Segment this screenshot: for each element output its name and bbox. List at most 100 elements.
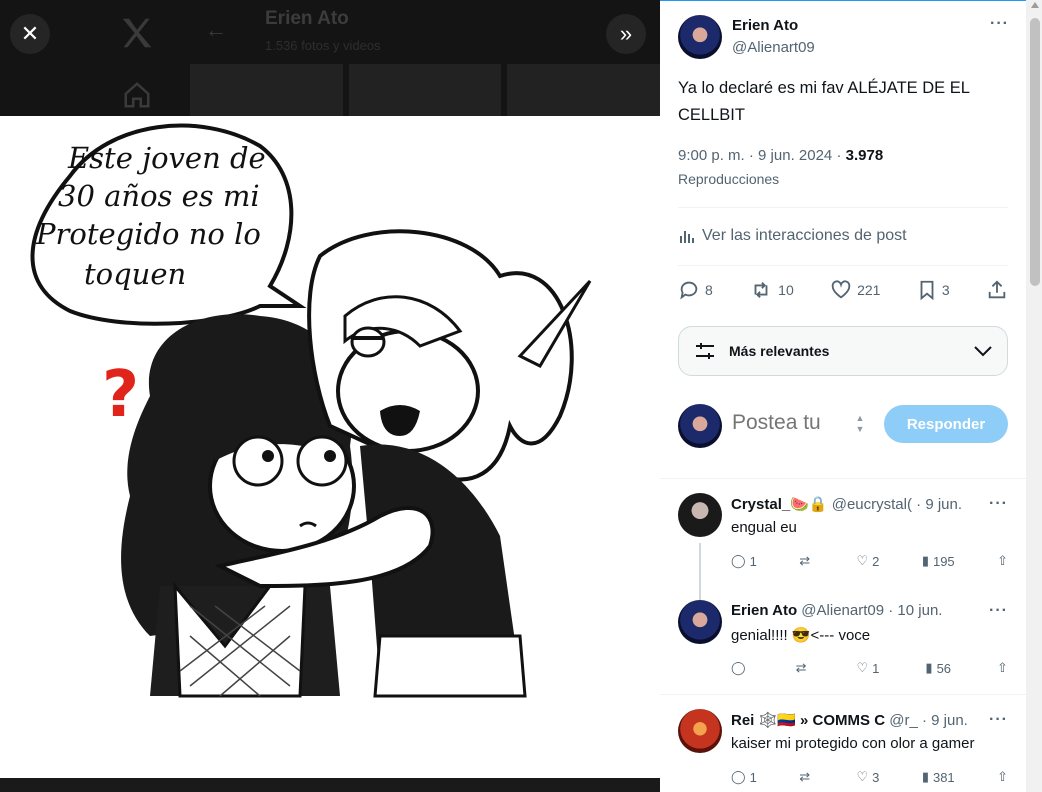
background-thumbnails <box>190 64 660 116</box>
tweet-views: 3.978 <box>845 147 884 164</box>
reply-actions: ◯ 1 ⇄ ♡ 3 ▮ 381 ⇧ <box>731 769 1008 785</box>
share-icon <box>988 280 1006 299</box>
artwork-image: Este joven de 30 años es mi Protegido no… <box>0 116 660 778</box>
reply-avatar[interactable] <box>678 493 722 537</box>
reply-action[interactable]: ◯ <box>731 660 750 676</box>
reply-actions: ◯ 1 ⇄ ♡ 2 ▮ 195 ⇧ <box>731 553 1008 569</box>
share-icon: ⇧ <box>997 553 1008 568</box>
repost-icon <box>754 282 768 298</box>
tweet-views-label: Reproducciones <box>678 171 780 187</box>
question-mark: ? <box>102 358 139 432</box>
speech-line-3: Protegido no lo <box>35 217 261 251</box>
tweet-meta: 9:00 p. m. · 9 jun. 2024 · 3.978 <box>678 147 884 164</box>
reply-author-handle[interactable]: @Alienart09 <box>801 602 884 619</box>
background-profile-name: Erien Ato <box>265 8 349 29</box>
reply-date[interactable]: · 10 jun. <box>888 602 942 619</box>
share-action[interactable]: ⇧ <box>997 769 1008 785</box>
reply-button[interactable]: Responder <box>884 405 1008 443</box>
composer-avatar[interactable] <box>678 404 722 448</box>
share-action[interactable]: ⇧ <box>997 660 1008 676</box>
views-icon: ▮ <box>921 553 929 568</box>
views-action[interactable]: ▮ 56 <box>925 660 951 676</box>
reply-header: Rei 🕸️🇨🇴 » COMMS C @r_ · 9 jun. <box>731 711 989 729</box>
views-action[interactable]: ▮ 381 <box>922 769 955 785</box>
artwork-drawing: Este joven de 30 años es mi Protegido no… <box>30 123 592 698</box>
divider <box>678 207 1008 208</box>
heart-icon <box>831 280 851 299</box>
home-icon <box>124 82 150 108</box>
post-analytics-link[interactable]: Ver las interacciones de post <box>678 227 907 245</box>
repost-action[interactable]: ⇄ <box>796 660 811 676</box>
reply-count: 8 <box>705 282 713 298</box>
reply-input[interactable] <box>732 411 842 435</box>
reply-action[interactable]: 8 <box>678 279 713 301</box>
share-icon: ⇧ <box>997 660 1008 675</box>
views-count: 381 <box>932 769 955 785</box>
scrollbar-thumb[interactable] <box>1030 18 1040 286</box>
like-action[interactable]: ♡ 2 <box>857 553 880 569</box>
share-action[interactable]: ⇧ <box>997 553 1008 569</box>
repost-icon: ⇄ <box>795 660 807 675</box>
repost-action[interactable]: ⇄ <box>799 553 814 569</box>
heart-icon: ♡ <box>856 769 869 784</box>
toggle-panel-button[interactable]: » <box>606 14 646 54</box>
close-button[interactable]: ✕ <box>10 14 50 54</box>
reply-date[interactable]: · 9 jun. <box>916 496 962 513</box>
chevron-down-icon <box>974 346 992 357</box>
analytics-icon <box>680 231 694 243</box>
more-options-icon[interactable]: ··· <box>989 602 1008 620</box>
like-count: 2 <box>872 553 880 569</box>
divider <box>660 478 1026 479</box>
views-action[interactable]: ▮ 195 <box>922 553 955 569</box>
reply-author-name[interactable]: Crystal_🍉🔒 <box>731 496 828 513</box>
reply-author-handle[interactable]: @eucrystal( <box>832 496 912 513</box>
speech-line-2: 30 años es mi <box>58 179 260 213</box>
heart-icon: ♡ <box>856 553 869 568</box>
input-spinner[interactable]: ▲ ▼ <box>852 409 868 439</box>
repost-action[interactable]: ⇄ <box>799 769 814 785</box>
tweet-date[interactable]: 9 jun. 2024 <box>758 147 832 164</box>
scroll-up-arrow-icon[interactable] <box>1031 2 1039 8</box>
reply-count: 1 <box>749 769 757 785</box>
bookmark-icon <box>920 280 934 301</box>
reply-author-name[interactable]: Rei 🕸️🇨🇴 » COMMS C <box>731 712 885 729</box>
divider <box>678 265 1008 266</box>
reply-icon: ◯ <box>731 553 746 568</box>
author-handle[interactable]: @Alienart09 <box>732 39 815 56</box>
reply-text: kaiser mi protegido con olor a gamer <box>731 735 975 752</box>
author-name[interactable]: Erien Ato <box>732 17 798 34</box>
author-avatar[interactable] <box>678 15 722 59</box>
background-strip <box>0 778 660 792</box>
reply-author-name[interactable]: Erien Ato <box>731 602 797 619</box>
reply-author-handle[interactable]: @r_ <box>889 712 918 729</box>
like-action[interactable]: 221 <box>830 279 880 301</box>
tweet-time[interactable]: 9:00 p. m. <box>678 147 745 164</box>
reply-header: Erien Ato @Alienart09 · 10 jun. <box>731 602 989 619</box>
reply-text: genial!!!! 😎<--- voce <box>731 627 871 644</box>
reply-action[interactable]: ◯ 1 <box>731 553 757 569</box>
repost-icon: ⇄ <box>799 553 811 568</box>
heart-icon: ♡ <box>856 660 869 675</box>
reply-action[interactable]: ◯ 1 <box>731 769 757 785</box>
like-action[interactable]: ♡ 1 <box>857 660 880 676</box>
sort-label: Más relevantes <box>729 343 830 359</box>
sort-replies-dropdown[interactable]: Más relevantes <box>678 326 1008 376</box>
back-arrow-icon: ← <box>205 17 227 42</box>
tweet-actions: 8 10 221 3 <box>678 279 1008 301</box>
reply-date[interactable]: · 9 jun. <box>922 712 968 729</box>
x-logo-icon <box>122 18 152 48</box>
tweet-text: Ya lo declaré es mi fav ALÉJATE DE EL CE… <box>678 79 970 124</box>
speech-line-1: Este joven de <box>67 141 266 175</box>
share-action[interactable] <box>986 279 1008 301</box>
like-count: 3 <box>872 769 880 785</box>
repost-action[interactable]: 10 <box>749 279 794 301</box>
reply-avatar[interactable] <box>678 600 722 644</box>
bookmark-action[interactable]: 3 <box>917 279 950 301</box>
reply-avatar[interactable] <box>678 709 722 753</box>
more-options-icon[interactable]: ··· <box>989 711 1008 729</box>
more-options-icon[interactable]: ··· <box>989 495 1008 513</box>
more-options-icon[interactable]: ··· <box>990 15 1009 33</box>
reply-icon: ◯ <box>731 769 746 784</box>
repost-icon: ⇄ <box>799 769 811 784</box>
like-action[interactable]: ♡ 3 <box>857 769 880 785</box>
